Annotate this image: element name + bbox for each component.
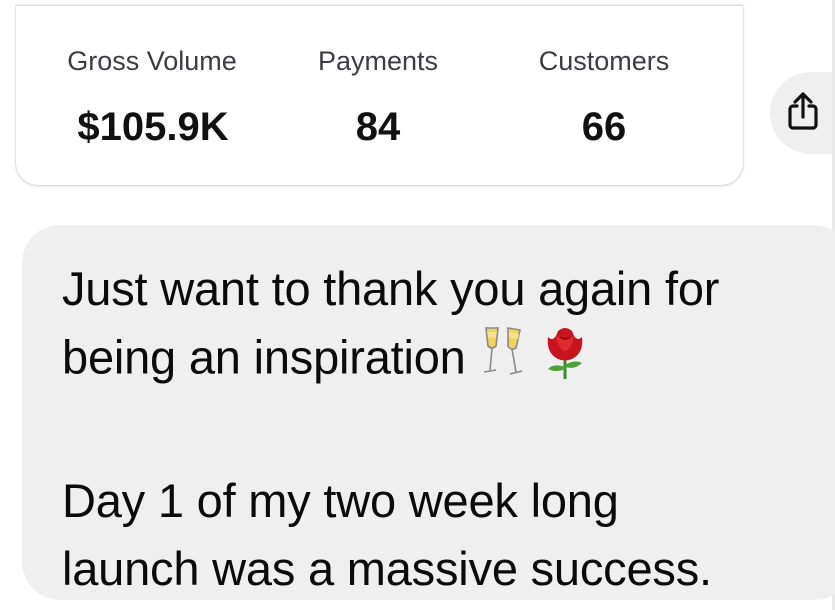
- rose-icon: [542, 323, 588, 399]
- customers-label: Customers: [538, 46, 670, 76]
- message-bubble[interactable]: Just want to thank you again for being a…: [22, 225, 835, 600]
- share-icon: [786, 91, 820, 136]
- gross-volume-label: Gross Volume: [67, 46, 237, 76]
- payments-value: 84: [355, 105, 401, 149]
- share-button[interactable]: [770, 72, 835, 154]
- stats-card[interactable]: Gross Volume Payments Customers $105.9K …: [16, 5, 743, 185]
- message-line: Day 1 of my two week long: [62, 474, 619, 527]
- champagne-glasses-icon: [480, 324, 528, 398]
- message-line-with-emoji: being an inspiration: [62, 323, 835, 399]
- message-line: Just want to thank you again for: [62, 262, 720, 315]
- payments-label: Payments: [317, 46, 439, 76]
- gross-volume-value: $105.9K: [77, 105, 229, 149]
- customers-value: 66: [581, 105, 627, 149]
- message-line: launch was a massive success.: [62, 542, 712, 595]
- message-text: being an inspiration: [62, 330, 466, 384]
- chat-screen: Gross Volume Payments Customers $105.9K …: [0, 0, 835, 610]
